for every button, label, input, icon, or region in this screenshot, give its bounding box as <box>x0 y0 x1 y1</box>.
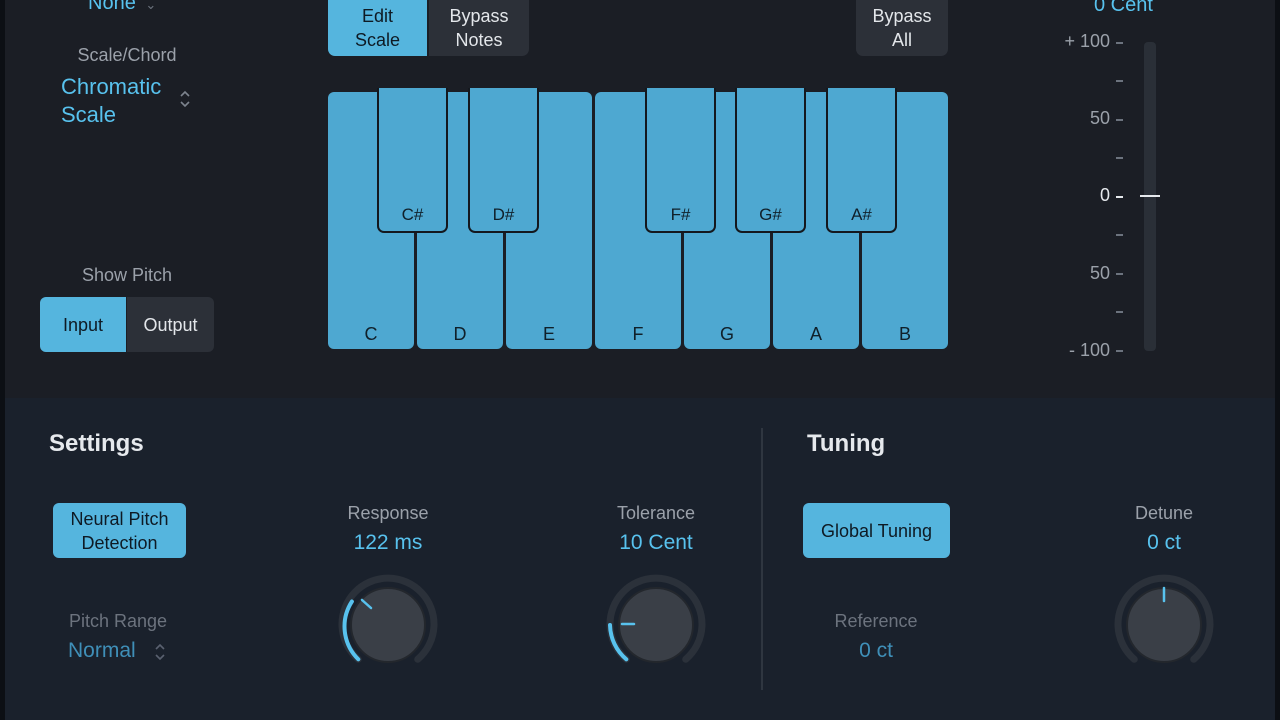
bypass-notes-line2: Notes <box>455 30 503 50</box>
scale-chevron-updown-icon <box>178 88 192 110</box>
meter-tick <box>1116 273 1123 275</box>
root-selector[interactable]: None ⌄ <box>88 0 156 15</box>
pitch-range-value: Normal <box>68 639 136 662</box>
scale-value-line2: Scale <box>61 102 117 127</box>
meter-tick <box>1116 311 1123 313</box>
bypass-notes-line1: Bypass <box>449 6 509 26</box>
meter-tick <box>1116 350 1123 352</box>
response-knob[interactable] <box>333 570 443 680</box>
edit-scale-line2: Scale <box>354 30 401 50</box>
neural-line2: Detection <box>81 532 158 553</box>
response-value: 122 ms <box>353 531 423 554</box>
detune-knob[interactable] <box>1109 570 1219 680</box>
neural-line1: Neural Pitch <box>70 508 169 529</box>
tolerance-knob[interactable] <box>601 570 711 680</box>
key-d-sharp[interactable]: D# <box>468 88 539 233</box>
edit-scale-line1: Edit <box>361 6 394 26</box>
cent-meter-indicator <box>1140 195 1160 197</box>
key-g-sharp[interactable]: G# <box>735 88 806 233</box>
meter-label-plus-100: + 100 <box>1064 31 1110 51</box>
reference-label: Reference <box>834 611 918 631</box>
meter-tick <box>1116 119 1123 121</box>
settings-title: Settings <box>49 430 144 457</box>
tolerance-label: Tolerance <box>616 503 696 523</box>
cent-readout: 0 Cent <box>1094 0 1153 16</box>
tolerance-value: 10 Cent <box>619 531 693 554</box>
bypass-all-line1: Bypass <box>872 6 932 26</box>
meter-tick <box>1116 196 1123 198</box>
show-pitch-input-button[interactable]: Input <box>40 297 126 352</box>
pitch-range-selector[interactable]: Normal <box>68 639 136 663</box>
meter-tick <box>1116 157 1123 159</box>
detune-label: Detune <box>1134 503 1194 523</box>
pitch-range-label: Pitch Range <box>68 611 168 631</box>
meter-label-minus-100: - 100 <box>1068 340 1110 360</box>
meter-tick <box>1116 80 1123 82</box>
meter-tick <box>1116 234 1123 236</box>
show-pitch-output-button[interactable]: Output <box>127 297 214 352</box>
meter-tick <box>1116 42 1123 44</box>
reference-value[interactable]: 0 ct <box>806 639 946 663</box>
scale-value-line1: Chromatic <box>61 74 162 99</box>
root-value: None <box>88 0 136 14</box>
scale-keyboard: C D E F G A B C# D# F# G# A# <box>328 88 948 349</box>
global-tuning-button[interactable]: Global Tuning <box>803 503 950 558</box>
bypass-all-line2: All <box>891 30 912 50</box>
scale-selector[interactable]: Chromatic Scale <box>61 73 161 129</box>
scale-chord-label: Scale/Chord <box>77 45 177 65</box>
chevron-updown-icon: ⌄ <box>145 0 157 12</box>
bypass-notes-button[interactable]: Bypass Notes <box>429 0 529 56</box>
section-divider <box>761 428 763 690</box>
edit-scale-button[interactable]: Edit Scale <box>328 0 427 56</box>
meter-label-50-top: 50 <box>1089 108 1110 128</box>
meter-label-50-bottom: 50 <box>1089 263 1110 283</box>
key-c-sharp[interactable]: C# <box>377 88 448 233</box>
tuning-title: Tuning <box>807 430 886 457</box>
key-a-sharp[interactable]: A# <box>826 88 897 233</box>
meter-label-0: 0 <box>1099 185 1110 205</box>
bypass-all-button[interactable]: Bypass All <box>856 0 948 56</box>
show-pitch-label: Show Pitch <box>81 265 173 285</box>
response-label: Response <box>347 503 429 523</box>
pitch-range-chevron-updown-icon <box>153 641 167 663</box>
neural-pitch-detection-button[interactable]: Neural Pitch Detection <box>53 503 186 558</box>
key-f-sharp[interactable]: F# <box>645 88 716 233</box>
detune-value: 0 ct <box>1147 531 1181 554</box>
